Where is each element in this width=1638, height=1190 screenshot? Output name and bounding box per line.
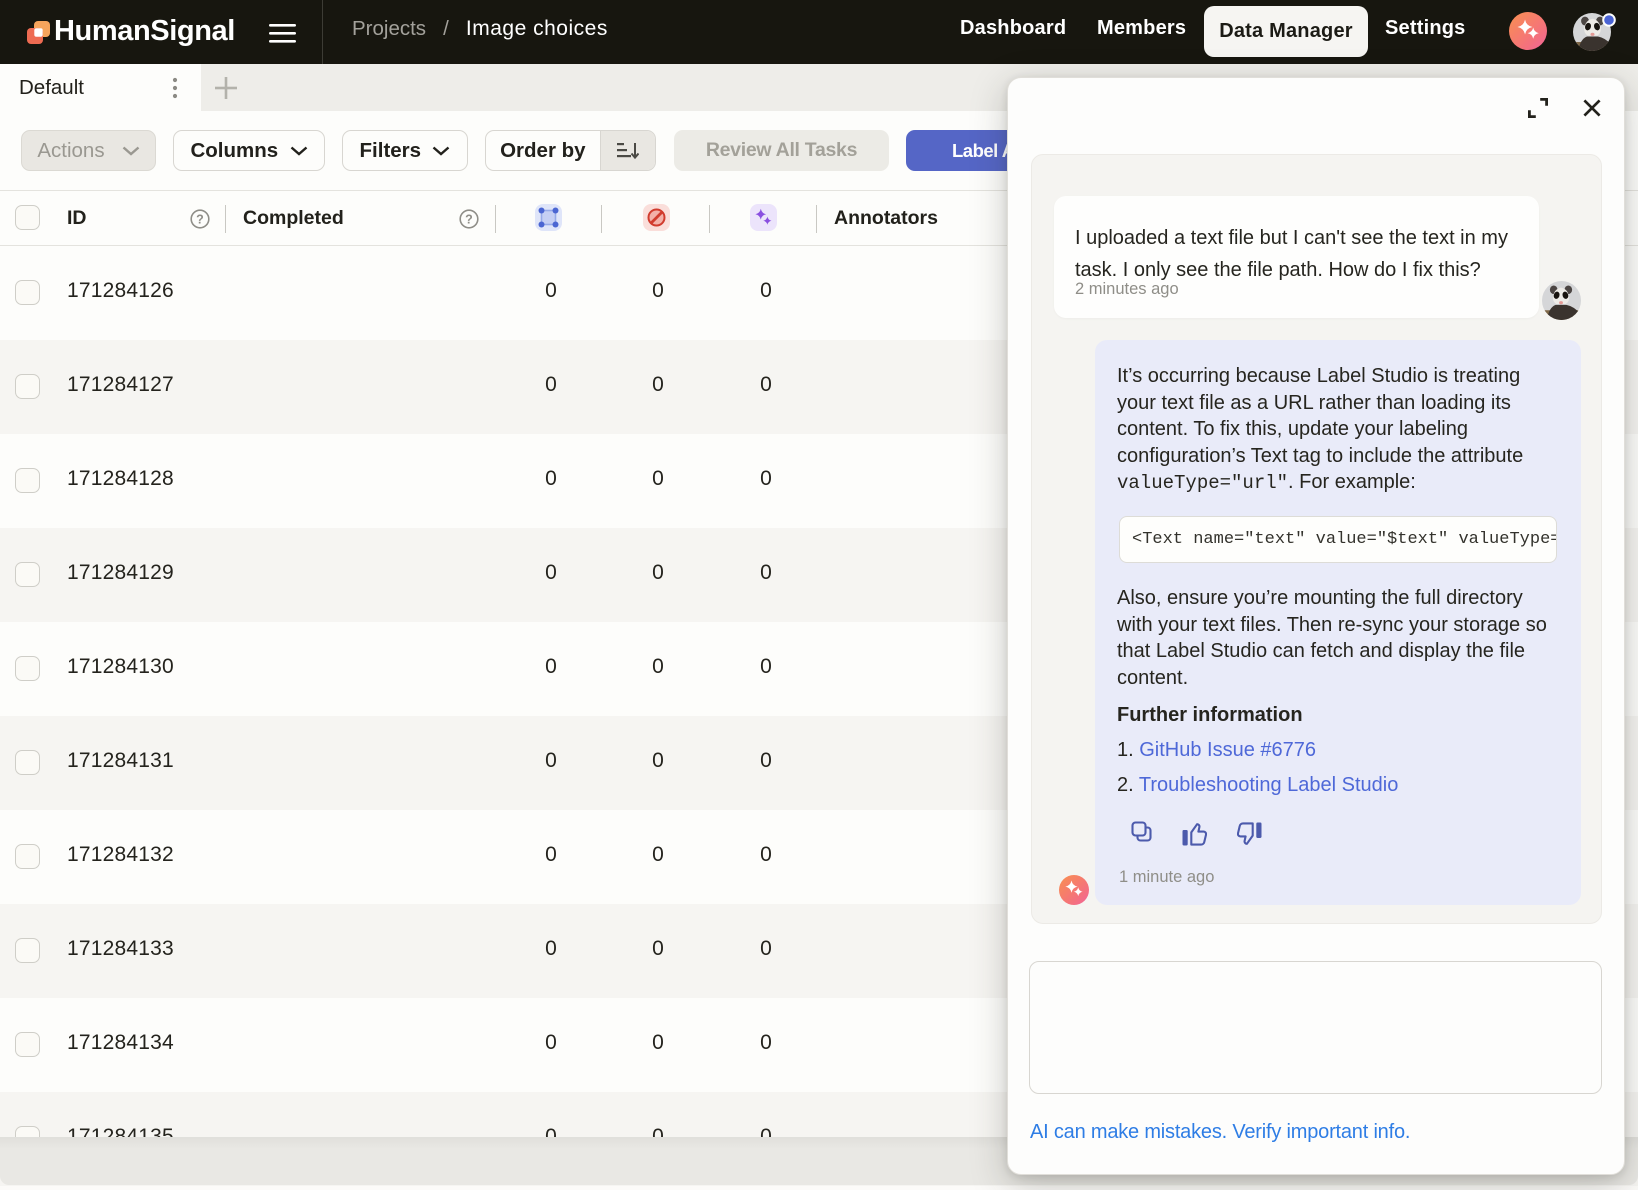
svg-text:?: ? xyxy=(465,212,473,226)
svg-text:?: ? xyxy=(196,212,204,226)
